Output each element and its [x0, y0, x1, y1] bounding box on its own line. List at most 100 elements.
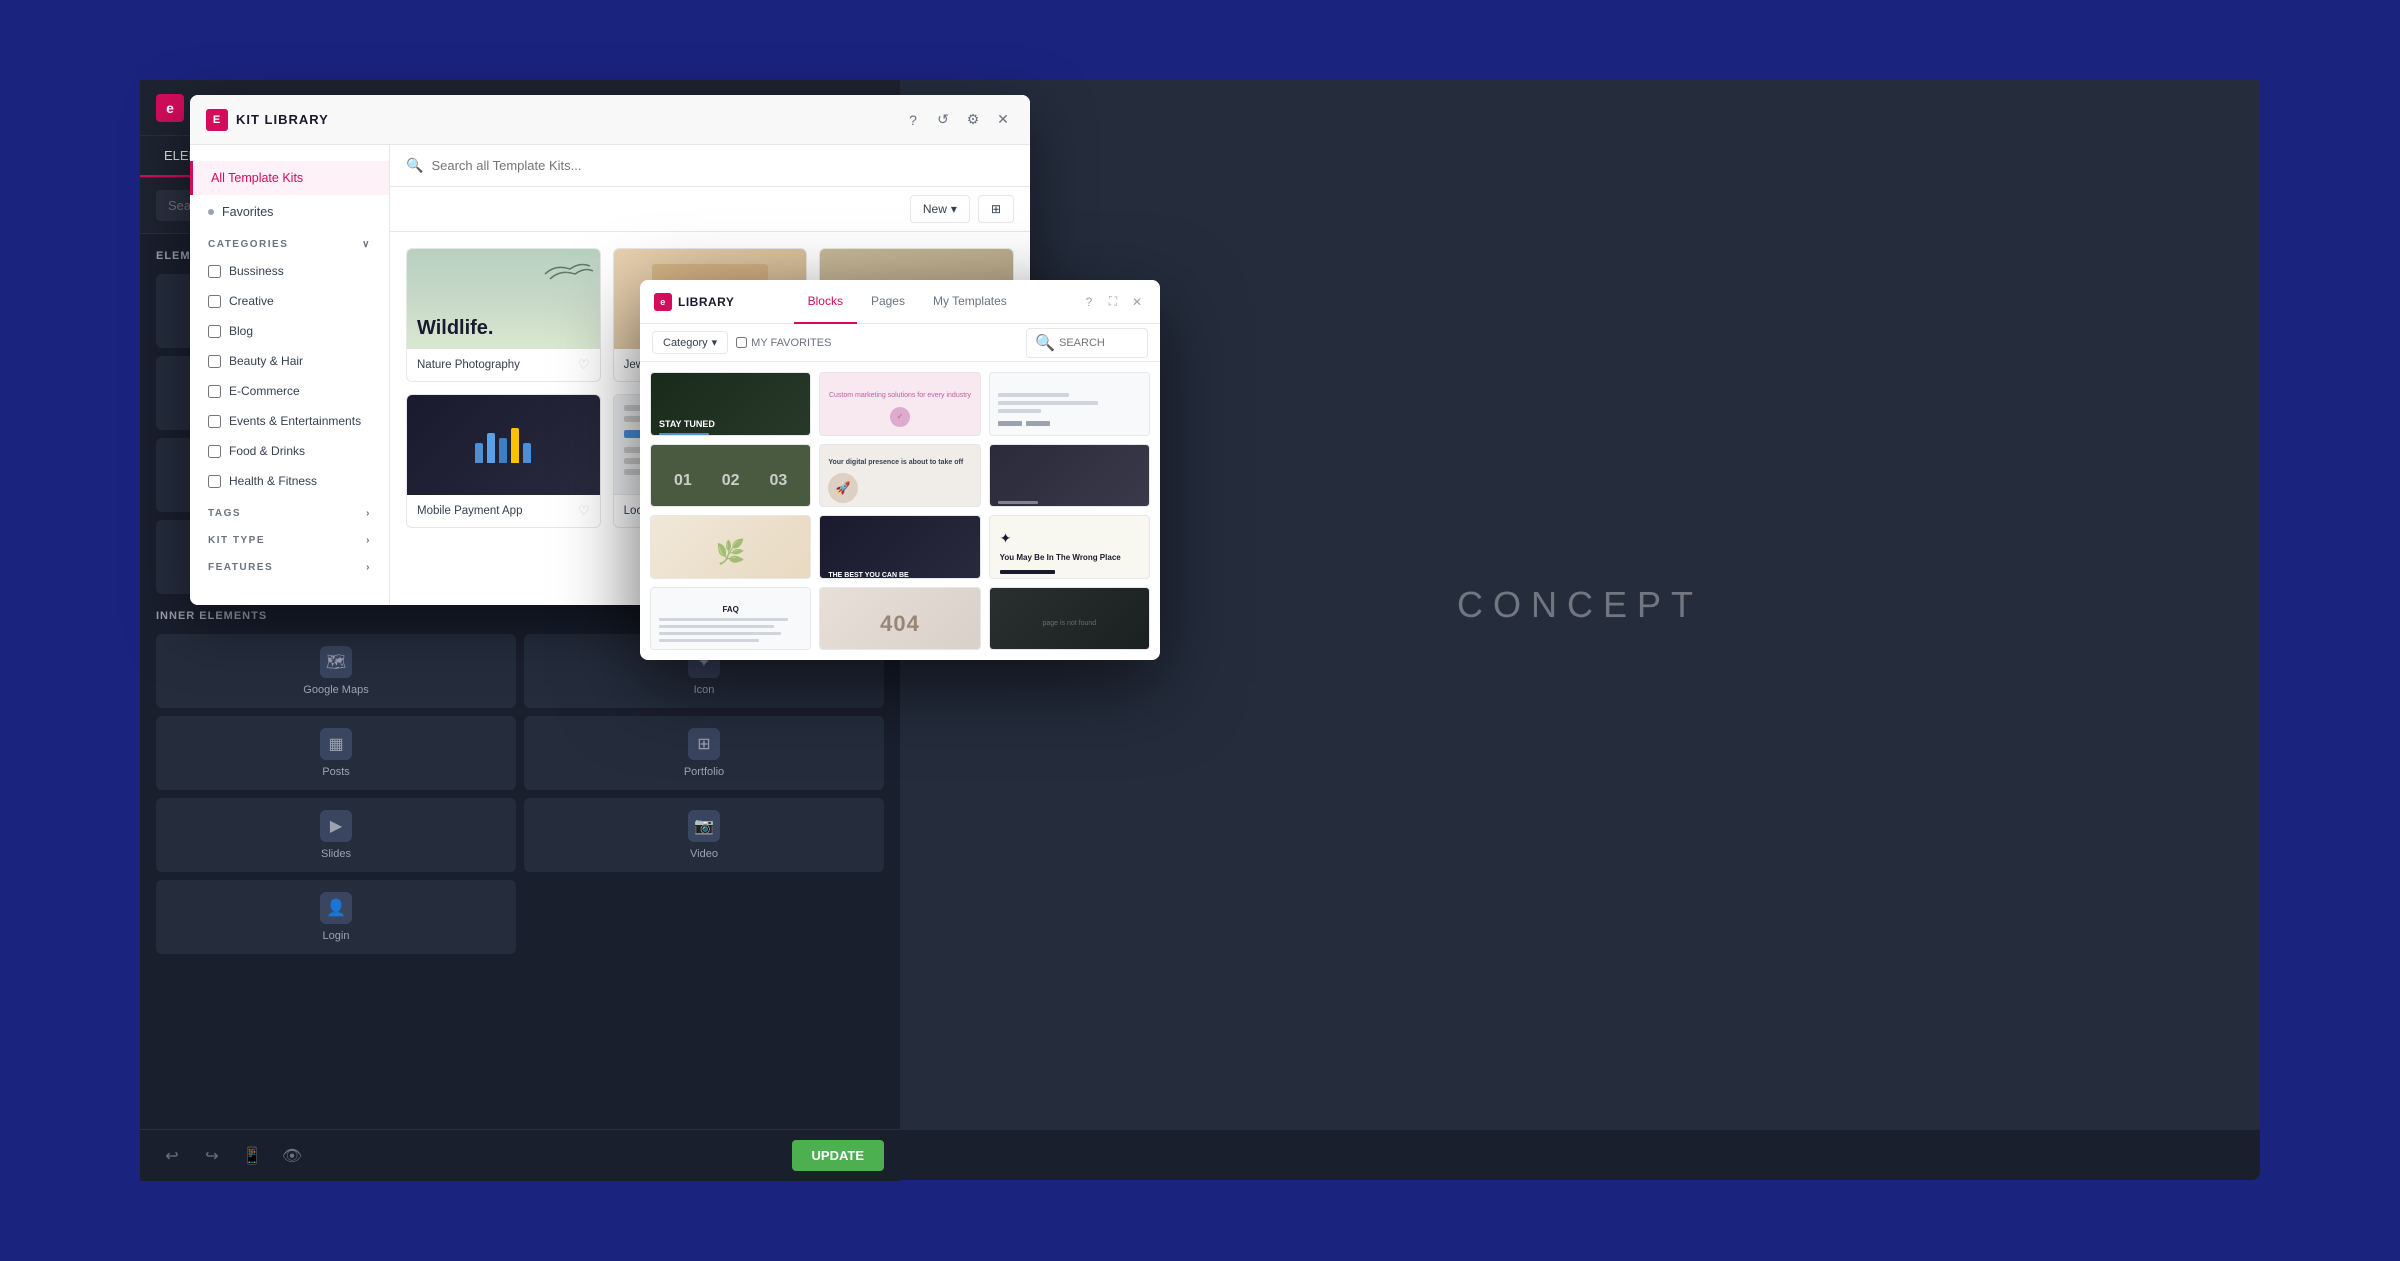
element-slides[interactable]: ▶ Slides — [156, 798, 516, 872]
element-google-maps[interactable]: 🗺 Google Maps — [156, 634, 516, 708]
element-portfolio[interactable]: ⊞ Portfolio — [524, 716, 884, 790]
lib-favorites-checkbox[interactable] — [736, 337, 747, 348]
lib-block-page-not-found[interactable]: page is not found ↓ Insert ♡ — [989, 587, 1150, 651]
features-section-header[interactable]: FEATURES › — [190, 550, 389, 577]
category-food[interactable]: Food & Drinks — [190, 436, 389, 466]
library-close-icon[interactable]: ✕ — [1128, 293, 1146, 311]
lib-block-stay-tuned[interactable]: STAY TUNED ↓ Insert ♡ — [650, 372, 811, 436]
notfound-text: page is not found — [1042, 620, 1096, 627]
faq-bar-2 — [659, 625, 774, 628]
category-beauty-checkbox[interactable] — [208, 355, 221, 368]
category-ecommerce-checkbox[interactable] — [208, 385, 221, 398]
update-button[interactable]: UPDATE — [792, 1140, 884, 1171]
posts-icon: ▦ — [320, 728, 352, 760]
lib-block-404[interactable]: 404 ↓ Insert ♡ — [819, 587, 980, 651]
lib-block-light-stay-tuned[interactable]: ↓ Insert ♡ — [989, 372, 1150, 436]
category-events-checkbox[interactable] — [208, 415, 221, 428]
kit-library-close-icon[interactable]: ✕ — [992, 109, 1014, 131]
light-btn-2 — [1026, 421, 1050, 426]
preview-icon[interactable]: 👁 — [276, 1140, 308, 1172]
kit-card-mobile-img — [407, 395, 600, 495]
lib-block-digital-presence[interactable]: Your digital presence is about to take o… — [819, 444, 980, 508]
kit-library-refresh-icon[interactable]: ↺ — [932, 109, 954, 131]
lib-block-numbered-steps[interactable]: 01 02 03 ↓ Insert ♡ — [650, 444, 811, 508]
lib-category-button[interactable]: Category ▾ — [652, 331, 728, 354]
lib-block-faq-img: FAQ — [651, 588, 810, 651]
category-health-label: Health & Fitness — [229, 474, 317, 488]
light-bars-preview — [990, 373, 1149, 436]
category-blog[interactable]: Blog — [190, 316, 389, 346]
inner-elements-row: 🗺 Google Maps ✦ Icon ▦ Posts ⊞ Portfolio… — [156, 634, 884, 954]
kit-library-help-icon[interactable]: ? — [902, 109, 924, 131]
video2-icon: 📷 — [688, 810, 720, 842]
category-creative[interactable]: Creative — [190, 286, 389, 316]
element-login[interactable]: 👤 Login — [156, 880, 516, 954]
step-3-number: 03 — [770, 472, 788, 490]
history-icon[interactable]: ↩ — [156, 1140, 188, 1172]
lib-block-faq[interactable]: FAQ ↓ Insert ♡ — [650, 587, 811, 651]
category-health-checkbox[interactable] — [208, 475, 221, 488]
category-food-checkbox[interactable] — [208, 445, 221, 458]
digital-preview: Your digital presence is about to take o… — [820, 445, 979, 508]
bird-svg — [535, 254, 595, 304]
tags-section-header[interactable]: TAGS › — [190, 496, 389, 523]
kit-card-mobile-payment[interactable]: Mobile Payment App ♡ — [406, 394, 601, 528]
lib-block-wrong-place-img: ✦ You May Be In The Wrong Place — [990, 516, 1149, 579]
kit-search-input[interactable] — [431, 158, 1014, 173]
category-blog-checkbox[interactable] — [208, 325, 221, 338]
responsive-icon[interactable]: 📱 — [236, 1140, 268, 1172]
lib-favorites-toggle[interactable]: MY FAVORITES — [736, 337, 831, 349]
element-posts[interactable]: ▦ Posts — [156, 716, 516, 790]
lib-block-person-photo[interactable]: ↓ Insert ♡ — [989, 444, 1150, 508]
lib-block-wrong-place[interactable]: ✦ You May Be In The Wrong Place ↓ Insert… — [989, 515, 1150, 579]
kit-view-toggle[interactable]: ⊞ — [978, 195, 1014, 223]
sidebar-favorites[interactable]: Favorites — [190, 195, 389, 229]
kit-type-section-header[interactable]: KIT TYPE › — [190, 523, 389, 550]
faq-preview: FAQ — [651, 588, 810, 651]
kit-search-bar: 🔍 — [390, 145, 1030, 187]
category-health-fitness[interactable]: Health & Fitness — [190, 466, 389, 496]
categories-chevron-icon[interactable]: ∨ — [362, 239, 371, 250]
person-preview — [990, 445, 1149, 508]
kit-library-settings-icon[interactable]: ⚙ — [962, 109, 984, 131]
lib-block-pink-marketing[interactable]: Custom marketing solutions for every ind… — [819, 372, 980, 436]
posts-label: Posts — [322, 766, 350, 778]
portfolio-label: Portfolio — [684, 766, 724, 778]
category-chevron-icon: ▾ — [712, 336, 718, 349]
lib-tab-pages[interactable]: Pages — [857, 280, 919, 324]
category-label: Category — [663, 337, 708, 349]
kit-library-controls: ? ↺ ⚙ ✕ — [902, 109, 1014, 131]
plant-preview: 🌿 — [651, 516, 810, 579]
category-bussiness[interactable]: Bussiness — [190, 256, 389, 286]
lib-block-digital-img: Your digital presence is about to take o… — [820, 445, 979, 508]
redo-icon[interactable]: ↪ — [196, 1140, 228, 1172]
library-expand-icon[interactable]: ⛶ — [1104, 293, 1122, 311]
slides-label: Slides — [321, 848, 351, 860]
kit-card-nature-info: Nature Photography ♡ — [407, 349, 600, 381]
category-bussiness-checkbox[interactable] — [208, 265, 221, 278]
kit-sort-button[interactable]: New ▾ — [910, 195, 970, 223]
library-help-icon[interactable]: ? — [1080, 293, 1098, 311]
category-beauty-hair[interactable]: Beauty & Hair — [190, 346, 389, 376]
category-events[interactable]: Events & Entertainments — [190, 406, 389, 436]
lib-block-person-img — [990, 445, 1149, 508]
lib-block-plant-photo[interactable]: 🌿 ↓ Insert ♡ — [650, 515, 811, 579]
lib-tab-blocks[interactable]: Blocks — [794, 280, 857, 324]
category-ecommerce[interactable]: E-Commerce — [190, 376, 389, 406]
favorites-label: Favorites — [222, 205, 273, 219]
features-chevron-icon: › — [366, 562, 371, 573]
sidebar-all-templates[interactable]: All Template Kits — [190, 161, 389, 195]
bar-1 — [475, 443, 483, 463]
lib-search-input[interactable] — [1059, 337, 1139, 349]
kit-card-mobile-heart-icon[interactable]: ♡ — [578, 503, 590, 519]
lib-tab-my-templates[interactable]: My Templates — [919, 280, 1021, 324]
notfound-preview: page is not found — [990, 588, 1149, 651]
elementor-logo-icon: e — [156, 94, 184, 122]
category-creative-checkbox[interactable] — [208, 295, 221, 308]
element-video-2[interactable]: 📷 Video — [524, 798, 884, 872]
kit-card-nature-photography[interactable]: Wildlife. Nature Photography ♡ — [406, 248, 601, 382]
lib-block-fitness[interactable]: THE BEST YOU CAN BE ↓ Insert ♡ — [819, 515, 980, 579]
bar-5 — [523, 443, 531, 463]
faq-bar-3 — [659, 632, 781, 635]
kit-card-nature-heart-icon[interactable]: ♡ — [578, 357, 590, 373]
